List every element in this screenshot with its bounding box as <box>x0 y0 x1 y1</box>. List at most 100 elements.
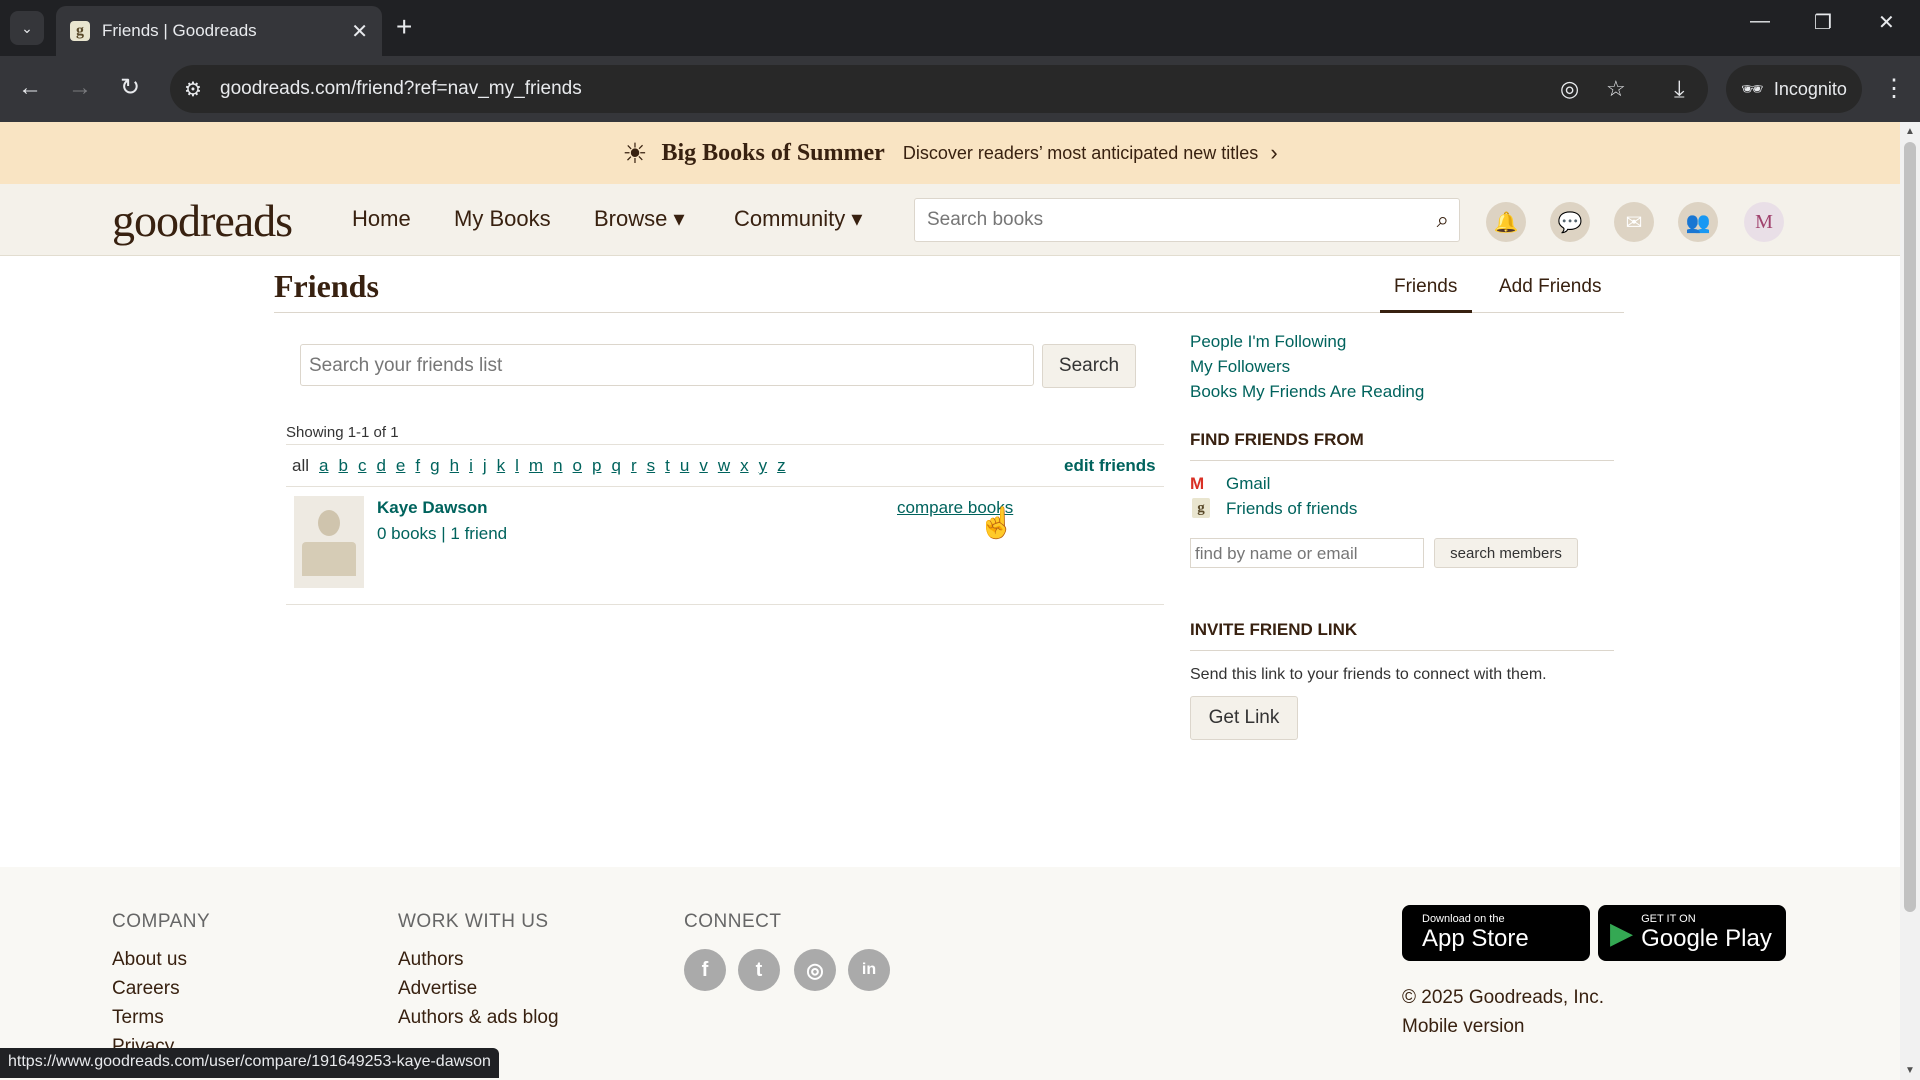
alpha-filter-letter[interactable]: s <box>647 456 656 476</box>
scroll-down-arrow-icon[interactable]: ▼ <box>1905 1065 1915 1076</box>
footer-advertise-link[interactable]: Advertise <box>398 978 477 1000</box>
alpha-filter-letter[interactable]: m <box>529 456 543 476</box>
incognito-indicator[interactable]: 🕶 Incognito <box>1726 65 1862 113</box>
nav-community[interactable]: Community ▾ <box>734 206 862 232</box>
alpha-filter-letter[interactable]: a <box>319 456 328 476</box>
alpha-filter-letter[interactable]: f <box>415 456 420 476</box>
close-window-icon[interactable]: ✕ <box>1878 10 1895 35</box>
back-icon[interactable]: ← <box>18 74 42 102</box>
friends-search-button[interactable]: Search <box>1042 344 1136 388</box>
restore-icon[interactable]: ❐ <box>1814 10 1832 35</box>
close-tab-icon[interactable]: ✕ <box>351 19 368 44</box>
friends-of-friends-link[interactable]: Friends of friends <box>1226 499 1357 519</box>
instagram-icon[interactable]: ◎ <box>794 949 836 991</box>
alpha-filter-letter[interactable]: i <box>469 456 473 476</box>
twitter-icon[interactable]: t <box>738 949 780 991</box>
footer-about-link[interactable]: About us <box>112 949 187 971</box>
edit-friends-link[interactable]: edit friends <box>1064 456 1156 476</box>
people-following-link[interactable]: People I'm Following <box>1190 332 1346 352</box>
footer-careers-link[interactable]: Careers <box>112 978 180 1000</box>
footer-authors-link[interactable]: Authors <box>398 949 463 971</box>
alpha-filter-letter[interactable]: p <box>592 456 601 476</box>
books-friends-reading-link[interactable]: Books My Friends Are Reading <box>1190 382 1424 402</box>
browser-menu-icon[interactable]: ⋮ <box>1882 74 1906 103</box>
alpha-filter-letter[interactable]: j <box>483 456 487 476</box>
tab-search-icon[interactable]: ⌄ <box>10 11 44 45</box>
incognito-label: Incognito <box>1773 78 1847 99</box>
facebook-icon[interactable]: f <box>684 949 726 991</box>
download-icon[interactable]: ⤓ <box>1674 76 1685 104</box>
promo-banner[interactable]: ☀ Big Books of Summer Discover readers’ … <box>0 122 1900 184</box>
browser-tab[interactable]: g Friends | Goodreads ✕ <box>56 6 382 56</box>
my-followers-link[interactable]: My Followers <box>1190 357 1290 377</box>
tab-add-friends[interactable]: Add Friends <box>1499 276 1601 298</box>
bookmark-star-icon[interactable]: ☆ <box>1606 76 1626 102</box>
messages-envelope-icon[interactable]: ✉ <box>1614 202 1654 242</box>
alpha-filter-letter[interactable]: c <box>358 456 367 476</box>
alpha-filter-letter[interactable]: o <box>573 456 582 476</box>
footer-authors-ads-blog-link[interactable]: Authors & ads blog <box>398 1007 559 1029</box>
find-by-name-placeholder[interactable]: find by name or email <box>1195 544 1358 564</box>
alpha-filter-letter[interactable]: l <box>515 456 519 476</box>
search-books-placeholder[interactable]: Search books <box>927 209 1043 231</box>
scrollbar-thumb[interactable] <box>1904 142 1916 912</box>
google-play-small-text: GET IT ON <box>1641 913 1696 925</box>
gmail-link[interactable]: Gmail <box>1226 474 1270 494</box>
site-info-icon[interactable]: ⚙ <box>184 77 202 102</box>
alpha-filter-letter[interactable]: u <box>680 456 689 476</box>
app-store-badge[interactable]: Download on the App Store <box>1402 905 1590 961</box>
goodreads-logo[interactable]: goodreads <box>112 194 293 247</box>
alpha-filter-letter[interactable]: r <box>631 456 637 476</box>
friend-avatar[interactable] <box>294 496 364 588</box>
friend-name-link[interactable]: Kaye Dawson <box>377 498 488 518</box>
page-scrollbar[interactable]: ▲ ▼ <box>1900 122 1920 1080</box>
minimize-icon[interactable]: — <box>1750 10 1770 33</box>
scroll-up-arrow-icon[interactable]: ▲ <box>1905 126 1915 137</box>
nav-my-books[interactable]: My Books <box>454 206 551 232</box>
get-link-button[interactable]: Get Link <box>1190 696 1298 740</box>
mobile-version-link[interactable]: Mobile version <box>1402 1016 1525 1038</box>
alpha-filter-letter[interactable]: n <box>553 456 562 476</box>
alpha-filter-letter[interactable]: t <box>665 456 670 476</box>
app-store-small-text: Download on the <box>1422 913 1505 925</box>
tab-friends[interactable]: Friends <box>1394 276 1457 298</box>
alpha-filter-letter[interactable]: k <box>497 456 506 476</box>
promo-text: Discover readers’ most anticipated new t… <box>902 142 1259 163</box>
avatar-placeholder-book <box>302 542 356 576</box>
nav-home[interactable]: Home <box>352 206 411 232</box>
alpha-filter-letter[interactable]: q <box>611 456 620 476</box>
new-tab-icon[interactable]: + <box>396 12 412 42</box>
search-books-field[interactable]: Search books ⌕ <box>914 198 1460 242</box>
friends-search-placeholder[interactable]: Search your friends list <box>309 355 502 377</box>
alpha-filter-letter[interactable]: g <box>430 456 439 476</box>
address-bar[interactable]: ⚙ goodreads.com/friend?ref=nav_my_friend… <box>170 65 1708 113</box>
alpha-filter-letter[interactable]: e <box>396 456 405 476</box>
forward-icon[interactable]: → <box>68 74 92 102</box>
alpha-filter-letter[interactable]: w <box>718 456 730 476</box>
search-icon[interactable]: ⌕ <box>1437 207 1449 233</box>
friend-stats-link[interactable]: 0 books | 1 friend <box>377 524 507 544</box>
alpha-filter-letter[interactable]: v <box>699 456 708 476</box>
alpha-filter-letter[interactable]: z <box>777 456 786 476</box>
alpha-filter-all[interactable]: all <box>292 456 309 476</box>
alpha-filter-letter[interactable]: y <box>759 456 768 476</box>
search-members-button[interactable]: search members <box>1434 538 1578 568</box>
footer-terms-link[interactable]: Terms <box>112 1007 164 1029</box>
alpha-filter-letter[interactable]: b <box>338 456 347 476</box>
notifications-bell-icon[interactable]: 🔔 <box>1486 202 1526 242</box>
find-by-name-field[interactable]: find by name or email <box>1190 538 1424 568</box>
url-text[interactable]: goodreads.com/friend?ref=nav_my_friends <box>220 78 582 100</box>
discussions-icon[interactable]: 💬 <box>1550 202 1590 242</box>
chevron-right-icon: › <box>1270 140 1278 165</box>
nav-browse[interactable]: Browse ▾ <box>594 206 685 232</box>
friends-icon[interactable]: 👥 <box>1678 202 1718 242</box>
alpha-filter-letter[interactable]: d <box>376 456 385 476</box>
reload-icon[interactable]: ↻ <box>120 74 140 102</box>
tracking-protection-icon[interactable]: ◎ <box>1560 76 1579 102</box>
alpha-filter-letter[interactable]: h <box>450 456 459 476</box>
linkedin-icon[interactable]: in <box>848 949 890 991</box>
profile-avatar[interactable]: M <box>1744 202 1784 242</box>
friends-search-field[interactable]: Search your friends list <box>300 344 1034 386</box>
google-play-badge[interactable]: ▶ GET IT ON Google Play <box>1598 905 1786 961</box>
alpha-filter-letter[interactable]: x <box>740 456 749 476</box>
